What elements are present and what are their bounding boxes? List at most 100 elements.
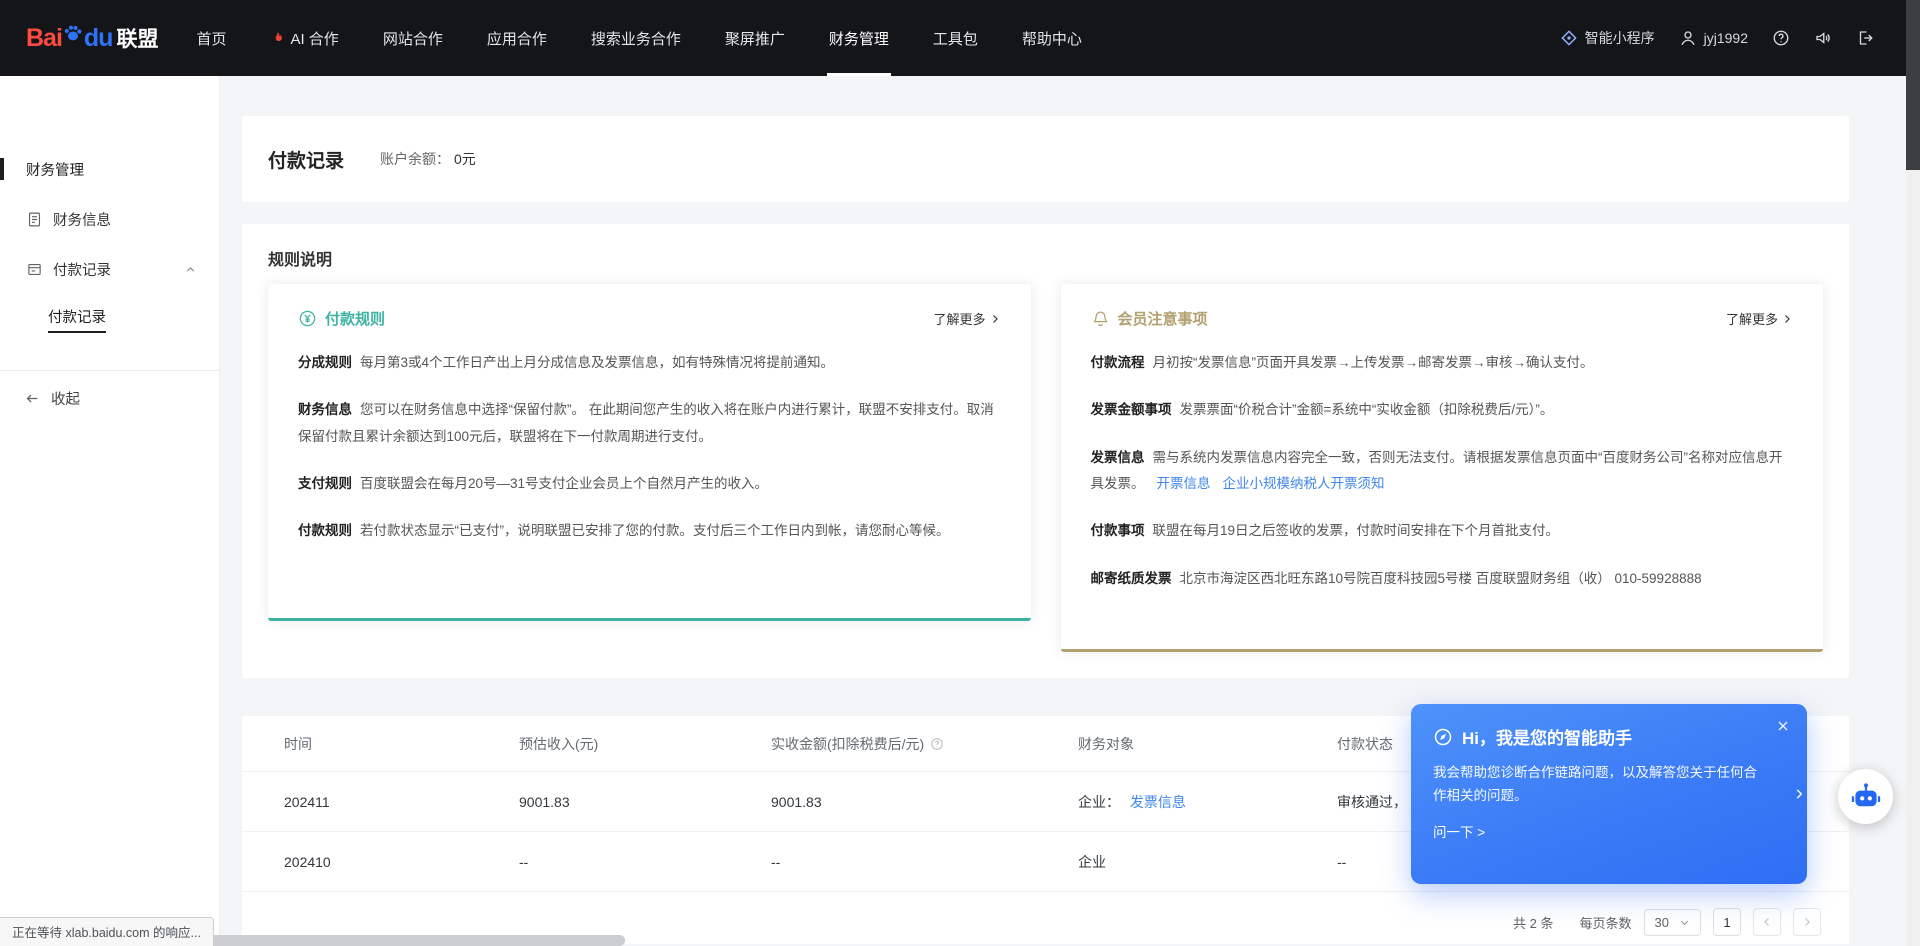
cell-received-amount: -- (771, 854, 1078, 870)
column-header-estimated-income: 预估收入(元) (519, 734, 771, 754)
rules-title: 规则说明 (268, 246, 1823, 270)
rule-item-label: 分成规则 (298, 355, 352, 370)
page-title: 付款记录 (268, 146, 344, 173)
coin-yuan-icon (298, 309, 317, 328)
nav-help-center[interactable]: 帮助中心 (1020, 0, 1084, 76)
compass-icon (1433, 727, 1453, 747)
assistant-message: 我会帮助您诊断合作链路问题，以及解答您关于任何合作相关的问题。 (1433, 762, 1757, 808)
rule-item-text: 您可以在财务信息中选择“保留付款”。 在此期间您产生的收入将在账户内进行累计，联… (298, 402, 994, 443)
member-notes-learn-more-link[interactable]: 了解更多 (1726, 309, 1793, 328)
nav-app-cooperation[interactable]: 应用合作 (485, 0, 549, 76)
nav-home[interactable]: 首页 (194, 0, 228, 76)
entity-label: 企业 (1078, 854, 1106, 870)
sidebar-subitem-label: 付款记录 (48, 306, 106, 333)
learn-more-label: 了解更多 (1726, 309, 1778, 328)
chevron-right-icon (989, 313, 1001, 325)
popup-edge-chevron-icon[interactable] (1792, 787, 1806, 801)
nav-ai-cooperation[interactable]: AI 合作 (268, 0, 340, 76)
rule-item: 邮寄纸质发票北京市海淀区西北旺东路10号院百度科技园5号楼 百度联盟财务组（收）… (1091, 566, 1794, 592)
rule-item-label: 财务信息 (298, 402, 352, 417)
rule-item: 付款流程月初按“发票信息”页面开具发票→上传发票→邮寄发票→审核→确认支付。 (1091, 350, 1794, 376)
rule-item-label: 付款事项 (1091, 523, 1145, 538)
cell-estimated-income: 9001.83 (519, 794, 771, 810)
payment-rules-learn-more-link[interactable]: 了解更多 (933, 309, 1000, 328)
page-number-button[interactable]: 1 (1713, 908, 1741, 936)
username-label: jyj1992 (1704, 30, 1748, 46)
rule-item-text: 百度联盟会在每月20号—31号支付企业会员上个自然月产生的收入。 (360, 476, 768, 491)
user-account[interactable]: jyj1992 (1679, 29, 1748, 47)
chevron-left-icon (1761, 916, 1773, 928)
assistant-robot-button[interactable] (1838, 769, 1893, 824)
help-button[interactable] (1772, 29, 1790, 47)
prev-page-button[interactable] (1753, 908, 1781, 936)
nav-finance-management[interactable]: 财务管理 (827, 0, 891, 76)
rule-item-label: 支付规则 (298, 476, 352, 491)
payment-rules-card-header: 付款规则 了解更多 (298, 308, 1001, 329)
small-taxpayer-invoice-notice-link[interactable]: 企业小规模纳税人开票须知 (1223, 476, 1385, 491)
sidebar-item-payment-records[interactable]: 付款记录 (0, 244, 219, 294)
miniprogram-entry[interactable]: 智能小程序 (1560, 28, 1655, 48)
close-icon[interactable] (1775, 718, 1791, 734)
cell-finance-entity: 企业： 发票信息 (1078, 792, 1337, 812)
member-notes-card: 会员注意事项 了解更多 付款流程月初按“发票信息”页面开具发票→上传发票→邮寄发… (1061, 284, 1824, 652)
user-icon (1679, 29, 1697, 47)
learn-more-label: 了解更多 (933, 309, 985, 328)
cell-time: 202411 (284, 794, 519, 810)
balance-label: 账户余额： (380, 149, 450, 169)
nav-website-cooperation[interactable]: 网站合作 (381, 0, 445, 76)
question-circle-icon[interactable] (930, 737, 944, 751)
total-count-label: 共 2 条 (1513, 913, 1553, 932)
rule-card-title: 会员注意事项 (1118, 308, 1208, 329)
page-header: 付款记录 账户余额： 0元 (242, 116, 1849, 202)
assistant-popup: Hi，我是您的智能助手 我会帮助您诊断合作链路问题，以及解答您关于任何合作相关的… (1411, 704, 1807, 884)
rules-section: 规则说明 付款规则 了解更多 分成规则每月第3或4个工作日产出上月分成信息及发票… (242, 224, 1849, 678)
nav-search-business[interactable]: 搜索业务合作 (589, 0, 683, 76)
rule-item-text: 联盟在每月19日之后签收的发票，付款时间安排在下个月首批支付。 (1153, 523, 1560, 538)
balance-value: 0元 (454, 149, 476, 169)
rule-card-title: 付款规则 (325, 308, 385, 329)
collapse-label: 收起 (51, 388, 80, 409)
rule-item-text: 发票票面“价税合计”金额=系统中“实收金额（扣除税费后/元）”。 (1180, 402, 1554, 417)
chevron-right-icon (1781, 313, 1793, 325)
invoice-info-link[interactable]: 开票信息 (1157, 476, 1211, 491)
per-page-select[interactable]: 30 (1644, 909, 1701, 936)
sidebar-section-finance-management[interactable]: 财务管理 (0, 144, 219, 194)
bell-icon (1091, 309, 1110, 328)
sound-button[interactable] (1814, 29, 1832, 47)
per-page-value: 30 (1655, 915, 1669, 930)
sidebar-subitem-payment-records[interactable]: 付款记录 (0, 294, 219, 344)
sidebar-item-finance-info[interactable]: 财务信息 (0, 194, 219, 244)
assistant-title: Hi，我是您的智能助手 (1462, 724, 1632, 749)
chevron-right-icon (1801, 916, 1813, 928)
rule-item: 支付规则百度联盟会在每月20号—31号支付企业会员上个自然月产生的收入。 (298, 471, 1001, 497)
record-icon (26, 261, 43, 278)
cell-time: 202410 (284, 854, 519, 870)
sidebar-item-label: 财务信息 (53, 209, 111, 230)
baidu-union-logo[interactable]: Bai du 联盟 (26, 0, 158, 76)
sidebar-section-label: 财务管理 (26, 159, 84, 180)
logo-text-union: 联盟 (116, 23, 158, 53)
miniprogram-label: 智能小程序 (1585, 28, 1655, 48)
invoice-info-table-link[interactable]: 发票信息 (1130, 794, 1186, 810)
rule-item: 发票信息需与系统内发票信息内容完全一致，否则无法支付。请根据发票信息页面中“百度… (1091, 445, 1794, 498)
nav-screen-promotion[interactable]: 聚屏推广 (723, 0, 787, 76)
collapse-icon (24, 390, 41, 407)
per-page-label: 每页条数 (1580, 913, 1632, 932)
miniprogram-icon (1560, 29, 1578, 47)
logout-button[interactable] (1856, 29, 1874, 47)
vertical-scrollbar[interactable] (1906, 0, 1920, 946)
ask-button[interactable]: 问一下 > (1433, 821, 1485, 841)
rule-item-label: 发票信息 (1091, 450, 1145, 465)
vertical-scrollbar-thumb[interactable] (1906, 0, 1920, 170)
rule-item-label: 发票金额事项 (1091, 402, 1172, 417)
sidebar: 财务管理 财务信息 付款记录 付款记录 收起 (0, 76, 220, 946)
rule-item-label: 邮寄纸质发票 (1091, 571, 1172, 586)
next-page-button[interactable] (1793, 908, 1821, 936)
nav-toolkit[interactable]: 工具包 (931, 0, 980, 76)
column-header-finance-entity: 财务对象 (1078, 734, 1337, 754)
rule-item: 分成规则每月第3或4个工作日产出上月分成信息及发票信息，如有特殊情况将提前通知。 (298, 350, 1001, 376)
logo-text-bai: Bai (26, 24, 62, 53)
sidebar-collapse-button[interactable]: 收起 (0, 371, 219, 425)
column-header-received-amount: 实收金额(扣除税费后/元) (771, 734, 1078, 754)
rule-item: 发票金额事项发票票面“价税合计”金额=系统中“实收金额（扣除税费后/元）”。 (1091, 397, 1794, 423)
